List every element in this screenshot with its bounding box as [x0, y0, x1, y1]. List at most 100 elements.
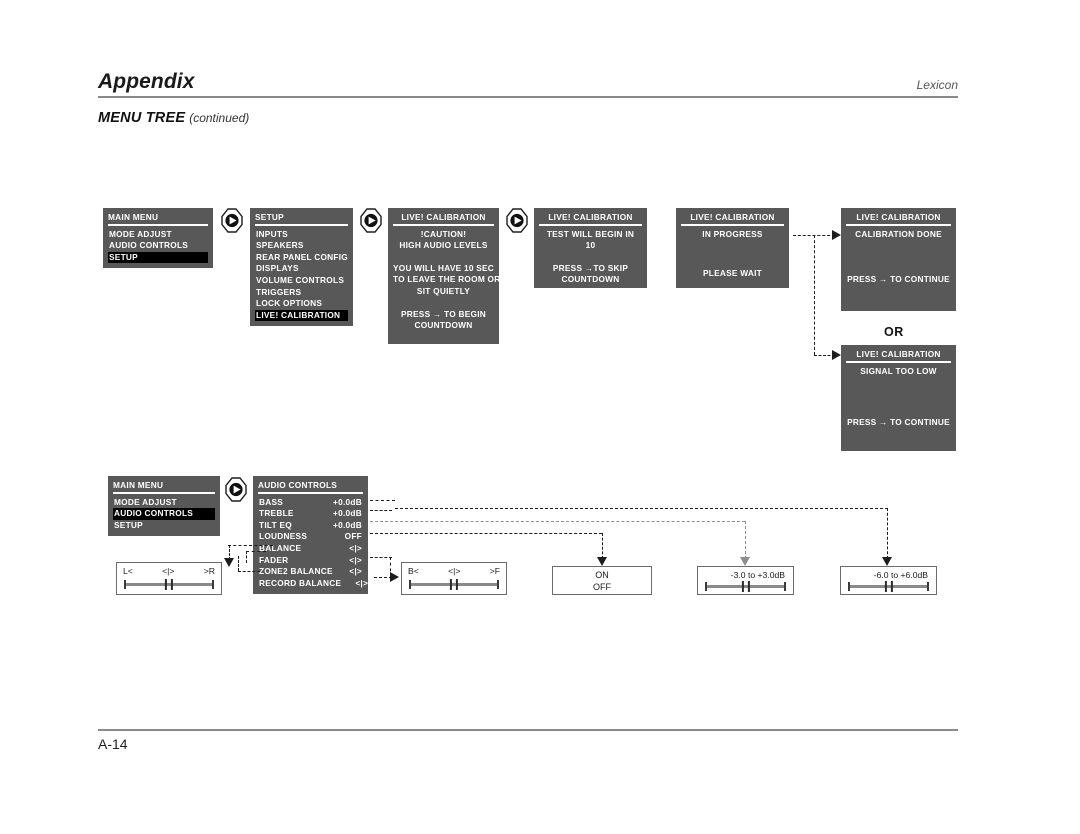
- menu-item-label: SETUP: [109, 251, 138, 262]
- widget-balance-slider[interactable]: L< <|> >R: [116, 562, 222, 595]
- balance-center-label: <|>: [162, 566, 175, 576]
- section-title: MENU TREE: [98, 110, 186, 126]
- menu-item-label: DISPLAYS: [256, 263, 299, 274]
- slider-thumb[interactable]: [449, 579, 453, 590]
- audio-row-balance[interactable]: BALANCE <|>: [258, 543, 363, 555]
- widget-fader-slider[interactable]: B< <|> >F: [401, 562, 507, 595]
- slider-end-right: [497, 580, 499, 589]
- slider-thumb[interactable]: [455, 579, 459, 590]
- range-6db-label-row: -6.0 to +6.0dB: [841, 567, 936, 581]
- slider-end-right: [927, 582, 929, 591]
- panel-main-menu-top: MAIN MENU MODE ADJUST AUDIO CONTROLS SET…: [103, 208, 213, 269]
- audio-row-value: +0.0dB: [333, 508, 362, 519]
- panel-title-rule: [846, 224, 951, 226]
- slider-end-left: [848, 582, 850, 591]
- slider-end-right: [212, 580, 214, 589]
- menu-item-speakers[interactable]: SPEAKERS: [255, 240, 348, 252]
- panel-audio-controls: AUDIO CONTROLS BASS +0.0dB TREBLE +0.0dB…: [253, 476, 368, 595]
- audio-row-bass[interactable]: BASS +0.0dB: [258, 497, 363, 509]
- loudness-off-option[interactable]: OFF: [593, 581, 611, 593]
- panel-title: LIVE! CALIBRATION: [401, 212, 486, 222]
- slider-track: [705, 585, 786, 588]
- menu-item-audio-controls[interactable]: AUDIO CONTROLS: [113, 508, 215, 520]
- slider-thumb[interactable]: [741, 581, 744, 592]
- widget-range-6db[interactable]: -6.0 to +6.0dB: [840, 566, 937, 595]
- slider-thumb[interactable]: [170, 579, 174, 590]
- page-number: A-14: [98, 736, 128, 752]
- menu-item-volume-controls[interactable]: VOLUME CONTROLS: [255, 275, 348, 287]
- caution-line-7: COUNTDOWN: [414, 320, 473, 331]
- countdown-line-1: TEST WILL BEGIN IN: [546, 228, 635, 239]
- menu-item-setup[interactable]: SETUP: [113, 520, 215, 532]
- countdown-value: 10: [585, 240, 596, 251]
- panel-live-calibration-countdown: LIVE! CALIBRATION TEST WILL BEGIN IN 10 …: [534, 208, 647, 288]
- slider-thumb[interactable]: [164, 579, 168, 590]
- widget-loudness-onoff[interactable]: ON OFF: [552, 566, 652, 595]
- audio-row-record-balance[interactable]: RECORD BALANCE <|>: [258, 578, 368, 590]
- page-title: Appendix: [98, 70, 195, 93]
- menu-item-label: LOCK OPTIONS: [256, 298, 323, 309]
- audio-row-treble[interactable]: TREBLE +0.0dB: [258, 508, 363, 520]
- panel-calibration-done: LIVE! CALIBRATION CALIBRATION DONE PRESS…: [841, 208, 956, 311]
- menu-item-mode-adjust[interactable]: MODE ADJUST: [108, 229, 208, 241]
- panel-live-calibration-in-progress: LIVE! CALIBRATION IN PROGRESS PLEASE WAI…: [676, 208, 789, 288]
- menu-item-setup[interactable]: SETUP: [108, 251, 208, 264]
- menu-item-inputs[interactable]: INPUTS: [255, 229, 348, 241]
- slider-track: [409, 583, 499, 586]
- menu-item-displays[interactable]: DISPLAYS: [255, 263, 348, 275]
- panel-setup: SETUP INPUTS SPEAKERS REAR PANEL CONFIG …: [250, 208, 353, 327]
- audio-row-fader[interactable]: FADER <|>: [258, 555, 363, 567]
- panel-title-rule: [539, 224, 642, 226]
- panel-signal-too-low: LIVE! CALIBRATION SIGNAL TOO LOW PRESS →…: [841, 345, 956, 451]
- next-arrow-button-icon-1[interactable]: [221, 208, 243, 233]
- balance-right-label: >R: [203, 566, 215, 576]
- balance-slider-bar[interactable]: [124, 579, 214, 590]
- audio-row-zone2-balance[interactable]: ZONE2 BALANCE <|>: [258, 566, 363, 578]
- in-progress-line-2: PLEASE WAIT: [703, 268, 762, 279]
- panel-title: MAIN MENU: [113, 480, 164, 490]
- in-progress-line-1: IN PROGRESS: [702, 228, 763, 239]
- panel-title-rule: [113, 492, 215, 494]
- slider-thumb[interactable]: [890, 581, 893, 592]
- menu-item-rear-panel-config[interactable]: REAR PANEL CONFIG: [255, 252, 348, 264]
- brand-name: Lexicon: [916, 78, 958, 92]
- slider-end-left: [409, 580, 411, 589]
- menu-item-triggers[interactable]: TRIGGERS: [255, 287, 348, 299]
- audio-row-value: +0.0dB: [333, 519, 362, 530]
- page-header: Appendix Lexicon: [98, 68, 958, 98]
- fader-left-label: B<: [408, 566, 419, 576]
- next-arrow-button-icon-4[interactable]: [225, 477, 247, 502]
- panel-title: LIVE! CALIBRATION: [856, 212, 941, 222]
- next-arrow-button-icon-3[interactable]: [506, 208, 528, 233]
- slider-thumb[interactable]: [884, 581, 887, 592]
- audio-row-value: +0.0dB: [333, 496, 362, 507]
- menu-item-audio-controls[interactable]: AUDIO CONTROLS: [108, 240, 208, 252]
- slider-thumb[interactable]: [747, 581, 750, 592]
- slider-end-left: [124, 580, 126, 589]
- panel-title: MAIN MENU: [108, 212, 159, 222]
- panel-title-rule: [846, 361, 951, 363]
- section-heading: MENU TREE (continued): [98, 109, 249, 127]
- range-6db-bar[interactable]: [848, 581, 929, 592]
- audio-row-loudness[interactable]: LOUDNESS OFF: [258, 531, 363, 543]
- caution-line-1: !CAUTION!: [420, 228, 467, 239]
- widget-range-3db[interactable]: -3.0 to +3.0dB: [697, 566, 794, 595]
- menu-item-live-calibration[interactable]: LIVE! CALIBRATION: [255, 309, 348, 322]
- menu-item-label: MODE ADJUST: [109, 228, 172, 239]
- menu-item-label: TRIGGERS: [256, 286, 302, 297]
- menu-item-label: MODE ADJUST: [114, 496, 177, 507]
- menu-item-label: AUDIO CONTROLS: [109, 240, 189, 251]
- audio-row-label: TILT EQ: [259, 519, 292, 530]
- menu-item-mode-adjust[interactable]: MODE ADJUST: [113, 497, 215, 509]
- range-3db-bar[interactable]: [705, 581, 786, 592]
- loudness-on-option[interactable]: ON: [595, 569, 609, 581]
- fader-slider-bar[interactable]: [409, 579, 499, 590]
- menu-item-lock-options[interactable]: LOCK OPTIONS: [255, 298, 348, 310]
- audio-row-tilt-eq[interactable]: TILT EQ +0.0dB: [258, 520, 363, 532]
- audio-row-label: TREBLE: [259, 508, 294, 519]
- panel-title-rule: [393, 224, 494, 226]
- next-arrow-button-icon-2[interactable]: [360, 208, 382, 233]
